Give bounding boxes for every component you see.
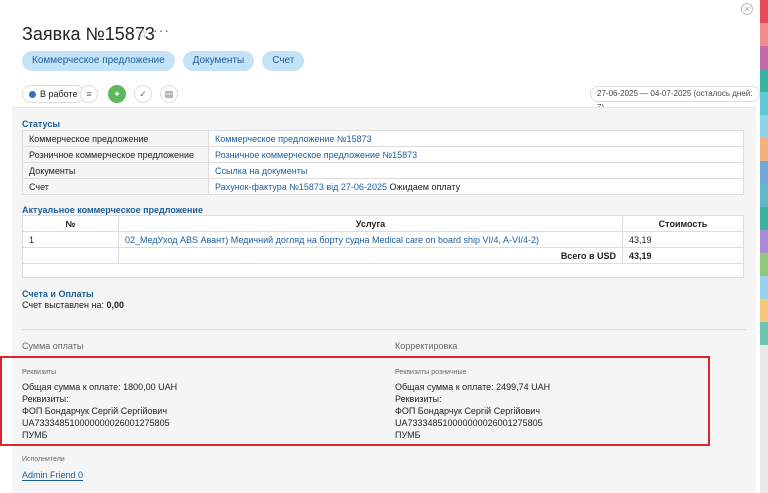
tab-bar: Коммерческое предложение Документы Счет — [22, 51, 305, 71]
requisites-label: Реквизиты: — [22, 394, 69, 404]
color-stripe[interactable] — [760, 115, 768, 138]
toolbar: В работе ≡ ✦ ✓ ▤ 27-06-2025 — 04-07-2025… — [0, 82, 760, 112]
color-stripe[interactable] — [760, 184, 768, 207]
sum-header: Сумма оплаты — [22, 341, 84, 351]
note-icon[interactable]: ▤ — [160, 85, 178, 103]
total-to-pay: Общая сумма к оплате: 2499,74 UAH — [395, 382, 551, 392]
payee-name: ФОП Бондарчук Сергій Сергійович — [22, 406, 168, 416]
table-empty-row — [22, 263, 744, 278]
total-to-pay: Общая сумма к оплате: 1800,00 UAH — [22, 382, 178, 392]
column-header: Стоимость — [622, 215, 744, 232]
date-range[interactable]: 27-06-2025 — 04-07-2025 (осталось дней: … — [590, 86, 760, 112]
payee-bank: ПУМБ — [22, 430, 48, 440]
color-stripe[interactable] — [760, 138, 768, 161]
status-extra: Ожидаем оплату — [389, 181, 461, 192]
total-label: Всего в USD — [118, 247, 623, 264]
status-link[interactable]: Рахунок-фактура №15873 від 27-06-2025 — [215, 182, 387, 192]
page-title: Заявка №15873 — [22, 24, 155, 44]
table-row: Счет Рахунок-фактура №15873 від 27-06-20… — [22, 178, 744, 195]
table-total-row: Всего в USD 43,19 — [22, 247, 744, 264]
requisites-caption: Реквизиты розничные — [395, 369, 467, 376]
color-stripe[interactable] — [760, 92, 768, 115]
payee-bank: ПУМБ — [395, 430, 421, 440]
statuses-title: Статусы — [22, 119, 61, 129]
invoice-line: Счет выставлен на: 0,00 — [22, 300, 124, 310]
more-icon[interactable]: ··· — [153, 22, 170, 38]
table-row: Документы Ссылка на документы — [22, 162, 744, 179]
status-dropdown[interactable]: В работе — [22, 85, 85, 103]
color-stripe[interactable] — [760, 161, 768, 184]
status-label: Коммерческое предложение — [22, 130, 209, 147]
total-value: 43,19 — [622, 247, 744, 264]
list-icon[interactable]: ≡ — [80, 85, 98, 103]
close-icon[interactable]: × — [741, 3, 753, 15]
divider — [22, 329, 746, 330]
color-stripe[interactable] — [760, 253, 768, 276]
column-header: № — [22, 215, 119, 232]
column-header: Услуга — [118, 215, 623, 232]
color-stripe[interactable] — [760, 368, 768, 391]
page-header: Заявка №15873 ☆ ··· × Коммерческое предл… — [0, 0, 760, 86]
color-stripe[interactable] — [760, 483, 768, 493]
status-link[interactable]: Ссылка на документы — [215, 166, 307, 176]
color-stripe[interactable] — [760, 460, 768, 483]
invoice-line-label: Счет выставлен на: — [22, 300, 104, 310]
side-color-stripes — [760, 0, 768, 493]
invoice-line-value: 0,00 — [106, 300, 125, 310]
requisites-label: Реквизиты: — [395, 394, 442, 404]
content-panel: Статусы Коммерческое предложение Коммерч… — [0, 107, 756, 493]
tab-commercial-offer[interactable]: Коммерческое предложение — [22, 51, 175, 71]
tab-invoice[interactable]: Счет — [262, 51, 305, 71]
executor-link[interactable]: Admin Friend 0 — [22, 470, 84, 481]
payee-name: ФОП Бондарчук Сергій Сергійович — [395, 406, 541, 416]
color-stripe[interactable] — [760, 299, 768, 322]
color-stripe[interactable] — [760, 0, 768, 23]
color-stripe[interactable] — [760, 414, 768, 437]
requisites-left: Реквизиты Общая сумма к оплате: 1800,00 … — [22, 367, 177, 441]
executors-caption: Исполнители — [22, 456, 65, 463]
status-label: Документы — [22, 162, 209, 179]
status-label: В работе — [40, 89, 78, 99]
status-label: Розничное коммерческое предложение — [22, 146, 209, 163]
color-stripe[interactable] — [760, 23, 768, 46]
status-dot-icon — [29, 90, 36, 98]
payee-iban: UA733348510000000026001275805 — [395, 418, 543, 428]
table-row: Коммерческое предложение Коммерческое пр… — [22, 130, 744, 147]
check-icon[interactable]: ✓ — [134, 85, 152, 103]
table-header-row: № Услуга Стоимость — [22, 215, 744, 232]
color-stripe[interactable] — [760, 391, 768, 414]
service-link[interactable]: 02_МедУход ABS Авант) Медичний догляд на… — [125, 235, 539, 245]
action-icon[interactable]: ✦ — [108, 85, 126, 103]
status-link[interactable]: Розничное коммерческое предложение №1587… — [215, 150, 417, 160]
color-stripe[interactable] — [760, 230, 768, 253]
table-row: 1 02_МедУход ABS Авант) Медичний догляд … — [22, 231, 744, 248]
star-icon[interactable]: ☆ — [136, 25, 149, 42]
color-stripe[interactable] — [760, 437, 768, 460]
color-stripe[interactable] — [760, 69, 768, 92]
status-link[interactable]: Коммерческое предложение №15873 — [215, 134, 372, 144]
requisites-right: Реквизиты розничные Общая сумма к оплате… — [395, 367, 550, 441]
correction-header: Корректировка — [395, 341, 458, 351]
status-label: Счет — [22, 178, 209, 195]
color-stripe[interactable] — [760, 345, 768, 368]
color-stripe[interactable] — [760, 207, 768, 230]
payee-iban: UA733348510000000026001275805 — [22, 418, 170, 428]
tab-documents[interactable]: Документы — [182, 51, 255, 71]
row-number: 1 — [22, 231, 119, 248]
color-stripe[interactable] — [760, 46, 768, 69]
statuses-table: Коммерческое предложение Коммерческое пр… — [22, 130, 744, 195]
offer-title: Актуальное коммерческое предложение — [22, 205, 203, 215]
payments-title: Счета и Оплаты — [22, 289, 94, 299]
table-row: Розничное коммерческое предложение Розни… — [22, 146, 744, 163]
color-stripe[interactable] — [760, 322, 768, 345]
color-stripe[interactable] — [760, 276, 768, 299]
row-price: 43,19 — [622, 231, 744, 248]
requisites-caption: Реквизиты — [22, 369, 57, 376]
offer-table: № Услуга Стоимость 1 02_МедУход ABS Аван… — [22, 215, 744, 278]
